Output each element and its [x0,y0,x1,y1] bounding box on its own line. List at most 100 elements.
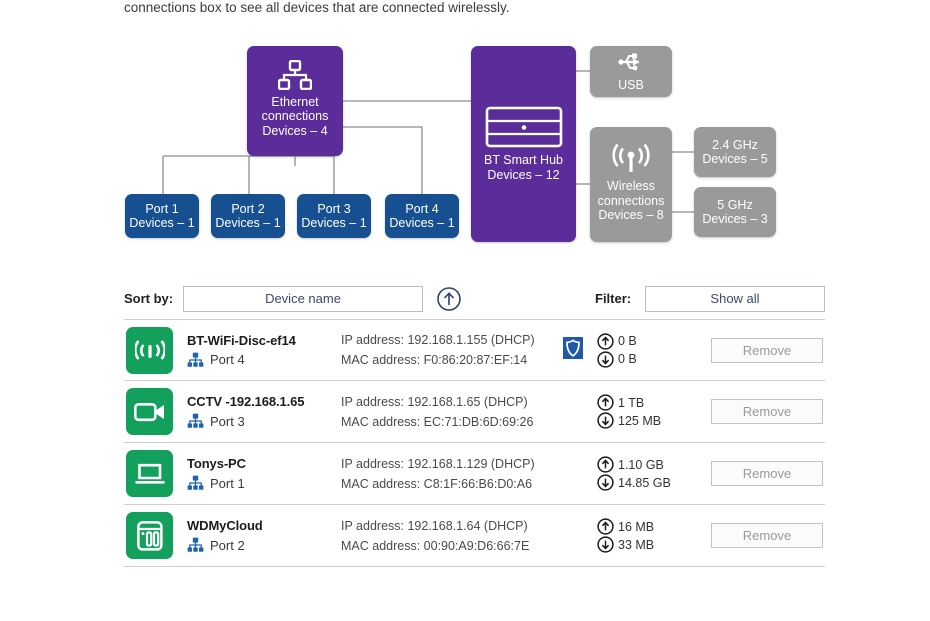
device-list: BT-WiFi-Disc-ef14Port 4IP address: 192.1… [124,319,825,567]
device-ip-address: IP address: 192.168.1.64 (DHCP) [341,516,563,536]
device-download-line: 125 MB [597,412,689,430]
diagram-node-label: Port 3 Devices – 1 [301,202,366,231]
network-tree-icon [278,60,312,90]
device-traffic-block: 1.10 GB14.85 GB [597,456,689,492]
device-name: WDMyCloud [187,518,339,533]
diagram-node-port-4[interactable]: Port 4 Devices – 1 [385,194,459,238]
router-icon [485,106,563,148]
device-upload-line: 0 B [597,332,689,350]
remove-button[interactable]: Remove [711,461,823,486]
diagram-node-port-1[interactable]: Port 1 Devices – 1 [125,194,199,238]
device-port-line: Port 2 [187,537,339,553]
diagram-node-label: Port 4 Devices – 1 [389,202,454,231]
wifi-icon [126,327,173,374]
device-mac-address: MAC address: EC:71:DB:6D:69:26 [341,412,563,432]
device-traffic-block: 0 B0 B [597,332,689,368]
diagram-node-label: 2.4 GHz Devices – 5 [702,138,767,167]
device-download-value: 14.85 GB [618,474,671,492]
device-ip-address: IP address: 192.168.1.155 (DHCP) [341,330,563,350]
device-download-value: 33 MB [618,536,654,554]
device-address-block: IP address: 192.168.1.129 (DHCP)MAC addr… [341,454,563,494]
device-port-label: Port 1 [210,476,245,491]
device-download-value: 125 MB [618,412,661,430]
device-mac-address: MAC address: C8:1F:66:B6:D0:A6 [341,474,563,494]
diagram-node-ethernet-connections[interactable]: Ethernet connections Devices – 4 [247,46,343,156]
filter-select[interactable]: Show all [645,286,825,312]
device-download-line: 33 MB [597,536,689,554]
download-icon [597,474,614,491]
device-row: Tonys-PC Port 1 IP address: 192.168.1.129 … [124,443,825,505]
device-upload-line: 1.10 GB [597,456,689,474]
device-row: WDMyCloud Port 2 IP address: 192.168.1.64 … [124,505,825,567]
device-name: Tonys-PC [187,456,339,471]
device-mac-address: MAC address: 00:90:A9:D6:66:7E [341,536,563,556]
device-download-value: 0 B [618,350,637,368]
diagram-node-wireless-connections[interactable]: Wireless connections Devices – 8 [590,127,672,242]
device-upload-line: 16 MB [597,518,689,536]
network-tree-icon [187,413,204,429]
diagram-node-label: BT Smart Hub Devices – 12 [484,153,563,182]
remove-button[interactable]: Remove [711,523,823,548]
network-diagram: Ethernet connections Devices – 4 BT Smar… [0,0,930,270]
filter-label: Filter: [595,291,631,306]
diagram-node-label: Port 2 Devices – 1 [215,202,280,231]
diagram-node-port-3[interactable]: Port 3 Devices – 1 [297,194,371,238]
device-address-block: IP address: 192.168.1.155 (DHCP)MAC addr… [341,330,563,370]
diagram-node-label: Port 1 Devices – 1 [129,202,194,231]
shield-icon[interactable] [563,337,583,364]
device-upload-line: 1 TB [597,394,689,412]
wifi-broadcast-icon [612,144,650,174]
sort-by-label: Sort by: [124,291,173,306]
device-traffic-block: 16 MB33 MB [597,518,689,554]
download-icon [597,412,614,429]
device-name: CCTV -192.168.1.65 [187,394,339,409]
network-tree-icon [187,352,204,368]
upload-icon [597,333,614,350]
diagram-node-smart-hub[interactable]: BT Smart Hub Devices – 12 [471,46,576,242]
device-port-label: Port 4 [210,352,245,367]
arrow-up-circle-icon[interactable] [436,286,462,312]
device-upload-value: 1.10 GB [618,456,664,474]
device-name-block: Tonys-PC Port 1 [187,456,339,491]
device-ip-address: IP address: 192.168.1.129 (DHCP) [341,454,563,474]
download-icon [597,536,614,553]
device-row: CCTV -192.168.1.65 Port 3 IP address: 192.… [124,381,825,443]
device-upload-value: 0 B [618,332,637,350]
device-port-line: Port 1 [187,475,339,491]
device-mac-address: MAC address: F0:86:20:87:EF:14 [341,350,563,370]
device-name-block: BT-WiFi-Disc-ef14Port 4 [187,333,339,368]
device-address-block: IP address: 192.168.1.65 (DHCP)MAC addre… [341,392,563,432]
upload-icon [597,456,614,473]
download-icon [597,351,614,368]
page-root: connections box to see all devices that … [0,0,930,621]
network-tree-icon [187,475,204,491]
laptop-icon [126,450,173,497]
camera-icon [126,388,173,435]
diagram-node-label: USB [618,78,644,93]
diagram-node-port-2[interactable]: Port 2 Devices – 1 [211,194,285,238]
device-port-label: Port 3 [210,414,245,429]
device-port-line: Port 3 [187,413,339,429]
device-upload-value: 1 TB [618,394,644,412]
diagram-node-band-5ghz[interactable]: 5 GHz Devices – 3 [694,187,776,237]
remove-button[interactable]: Remove [711,338,823,363]
network-tree-icon [187,537,204,553]
diagram-node-band-2-4ghz[interactable]: 2.4 GHz Devices – 5 [694,127,776,177]
device-download-line: 14.85 GB [597,474,689,492]
list-controls-bar: Sort by: Device name Filter: Show all [124,286,825,313]
remove-button[interactable]: Remove [711,399,823,424]
device-name-block: WDMyCloud Port 2 [187,518,339,553]
diagram-node-usb[interactable]: USB [590,46,672,97]
upload-icon [597,394,614,411]
device-shield-slot [563,337,593,364]
device-traffic-block: 1 TB125 MB [597,394,689,430]
device-upload-value: 16 MB [618,518,654,536]
nas-icon [126,512,173,559]
sort-by-select[interactable]: Device name [183,286,423,312]
device-ip-address: IP address: 192.168.1.65 (DHCP) [341,392,563,412]
device-download-line: 0 B [597,350,689,368]
diagram-node-label: Wireless connections Devices – 8 [598,179,665,223]
device-name-block: CCTV -192.168.1.65 Port 3 [187,394,339,429]
device-port-label: Port 2 [210,538,245,553]
device-row: BT-WiFi-Disc-ef14Port 4IP address: 192.1… [124,319,825,381]
